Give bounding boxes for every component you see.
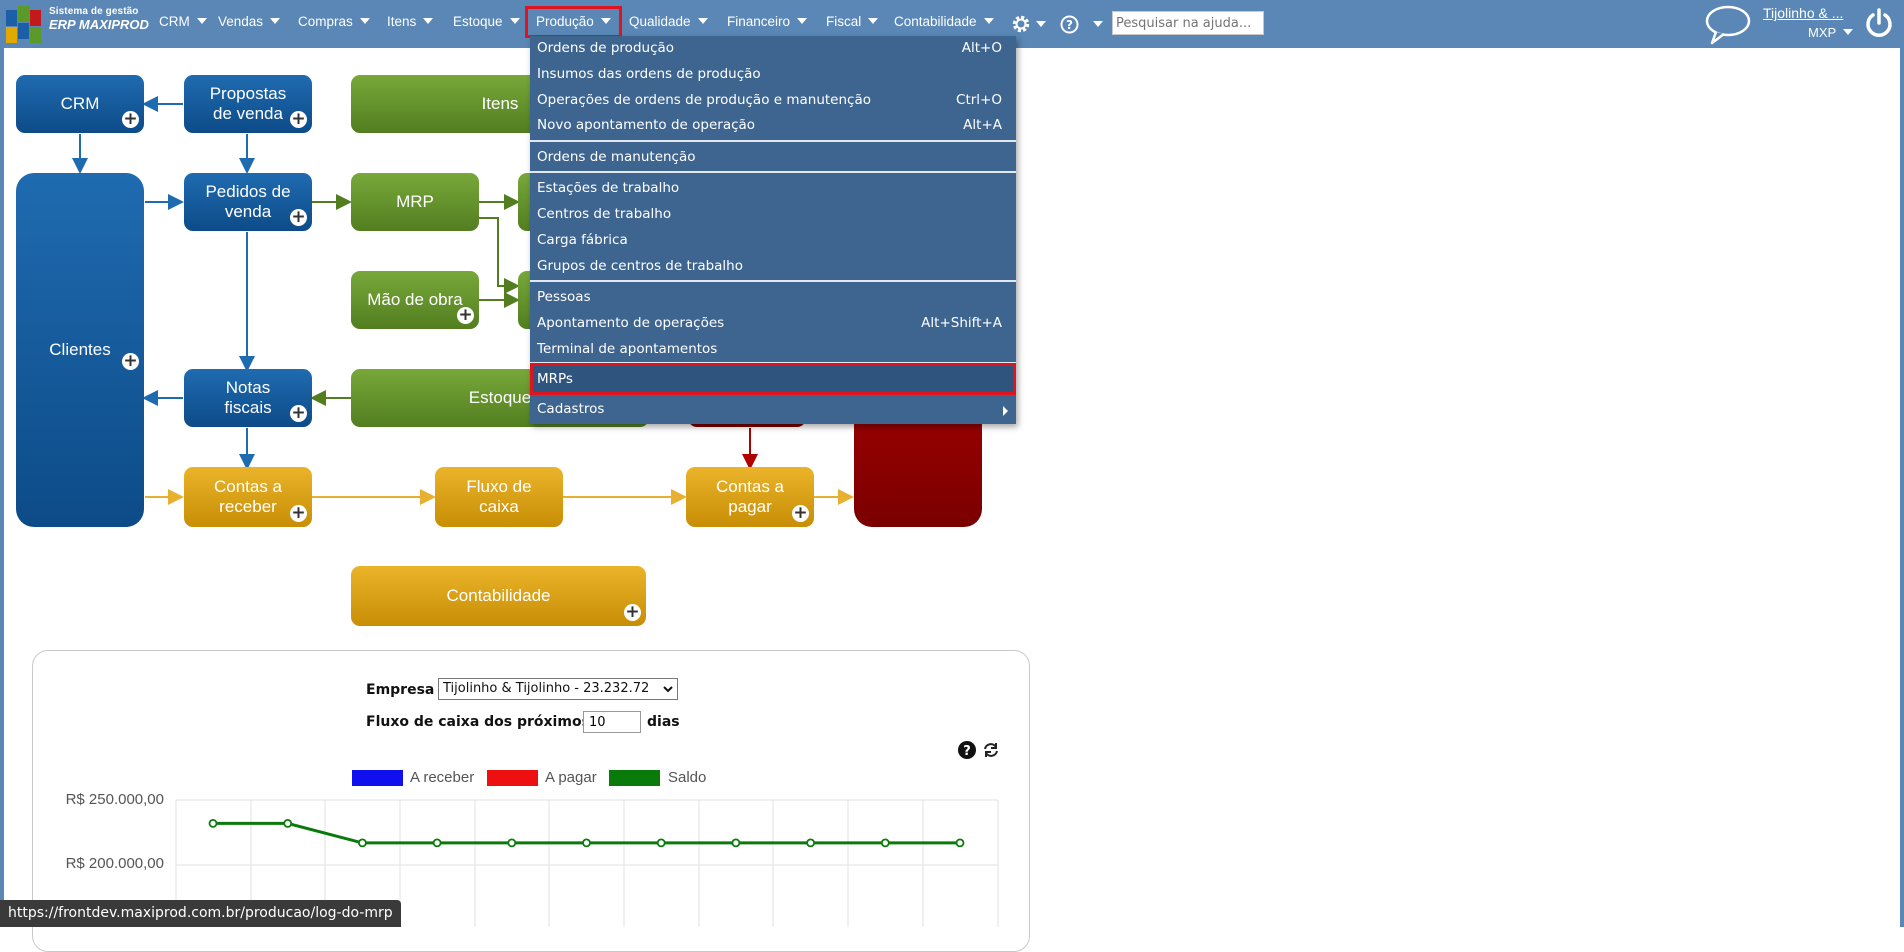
menu-item-cadastros[interactable]: Cadastros — [530, 397, 1016, 423]
menu-item-label: Estações de trabalho — [537, 180, 680, 196]
menu-item-carga-fabrica[interactable]: Carga fábrica — [530, 228, 1016, 254]
menu-item-shortcut: Alt+A — [963, 117, 1002, 133]
menu-item-label: Insumos das ordens de produção — [537, 66, 761, 82]
menu-item-apontamento-operacoes[interactable]: Apontamento de operações Alt+Shift+A — [530, 311, 1016, 337]
menu-item-shortcut: Alt+O — [961, 40, 1002, 56]
chevron-right-icon — [1003, 406, 1008, 416]
menu-item-estacoes[interactable]: Estações de trabalho — [530, 176, 1016, 202]
status-bar-url: https://frontdev.maxiprod.com.br/produca… — [0, 900, 401, 927]
data-point[interactable] — [880, 838, 890, 848]
menu-item-shortcut: Ctrl+O — [956, 92, 1002, 108]
menu-item-label: Grupos de centros de trabalho — [537, 258, 743, 274]
menu-separator — [530, 171, 1016, 173]
menu-item-terminal[interactable]: Terminal de apontamentos — [530, 337, 1016, 363]
menu-separator — [530, 140, 1016, 142]
data-point[interactable] — [208, 819, 218, 828]
data-point[interactable] — [283, 819, 293, 828]
menu-item-operacoes[interactable]: Operações de ordens de produção e manute… — [530, 88, 1016, 114]
menu-item-pessoas[interactable]: Pessoas — [530, 285, 1016, 311]
menu-item-label: MRPs — [537, 371, 573, 387]
menu-item-ordens-producao[interactable]: Ordens de produção Alt+O — [530, 36, 1016, 62]
data-point[interactable] — [357, 838, 367, 848]
data-point[interactable] — [582, 838, 591, 848]
producao-dropdown-menu: Ordens de produção Alt+O Insumos das orde… — [530, 36, 1016, 424]
data-point[interactable] — [432, 838, 442, 848]
data-point[interactable] — [731, 838, 741, 848]
menu-item-centros[interactable]: Centros de trabalho — [530, 202, 1016, 228]
menu-item-label: Cadastros — [537, 401, 605, 417]
menu-item-ordens-manutencao[interactable]: Ordens de manutenção — [530, 145, 1016, 171]
menu-item-label: Operações de ordens de produção e manute… — [537, 92, 871, 108]
menu-item-label: Centros de trabalho — [537, 206, 672, 222]
menu-item-mrps[interactable]: MRPs — [530, 363, 1016, 395]
data-point[interactable] — [955, 838, 965, 848]
data-point[interactable] — [507, 838, 517, 848]
data-point[interactable] — [806, 838, 815, 848]
menu-item-label: Pessoas — [537, 289, 591, 305]
menu-item-novo-apontamento[interactable]: Novo apontamento de operação Alt+A — [530, 113, 1016, 139]
data-point[interactable] — [656, 838, 666, 848]
menu-item-label: Ordens de manutenção — [537, 149, 696, 165]
menu-item-label: Ordens de produção — [537, 40, 675, 56]
menu-item-label: Apontamento de operações — [537, 315, 725, 331]
menu-item-insumos[interactable]: Insumos das ordens de produção — [530, 62, 1016, 88]
menu-item-grupos-centros[interactable]: Grupos de centros de trabalho — [530, 254, 1016, 280]
menu-item-label: Novo apontamento de operação — [537, 117, 756, 133]
menu-separator — [530, 280, 1016, 282]
menu-item-label: Carga fábrica — [537, 232, 628, 248]
menu-item-shortcut: Alt+Shift+A — [921, 315, 1002, 331]
menu-item-label: Terminal de apontamentos — [537, 341, 718, 357]
